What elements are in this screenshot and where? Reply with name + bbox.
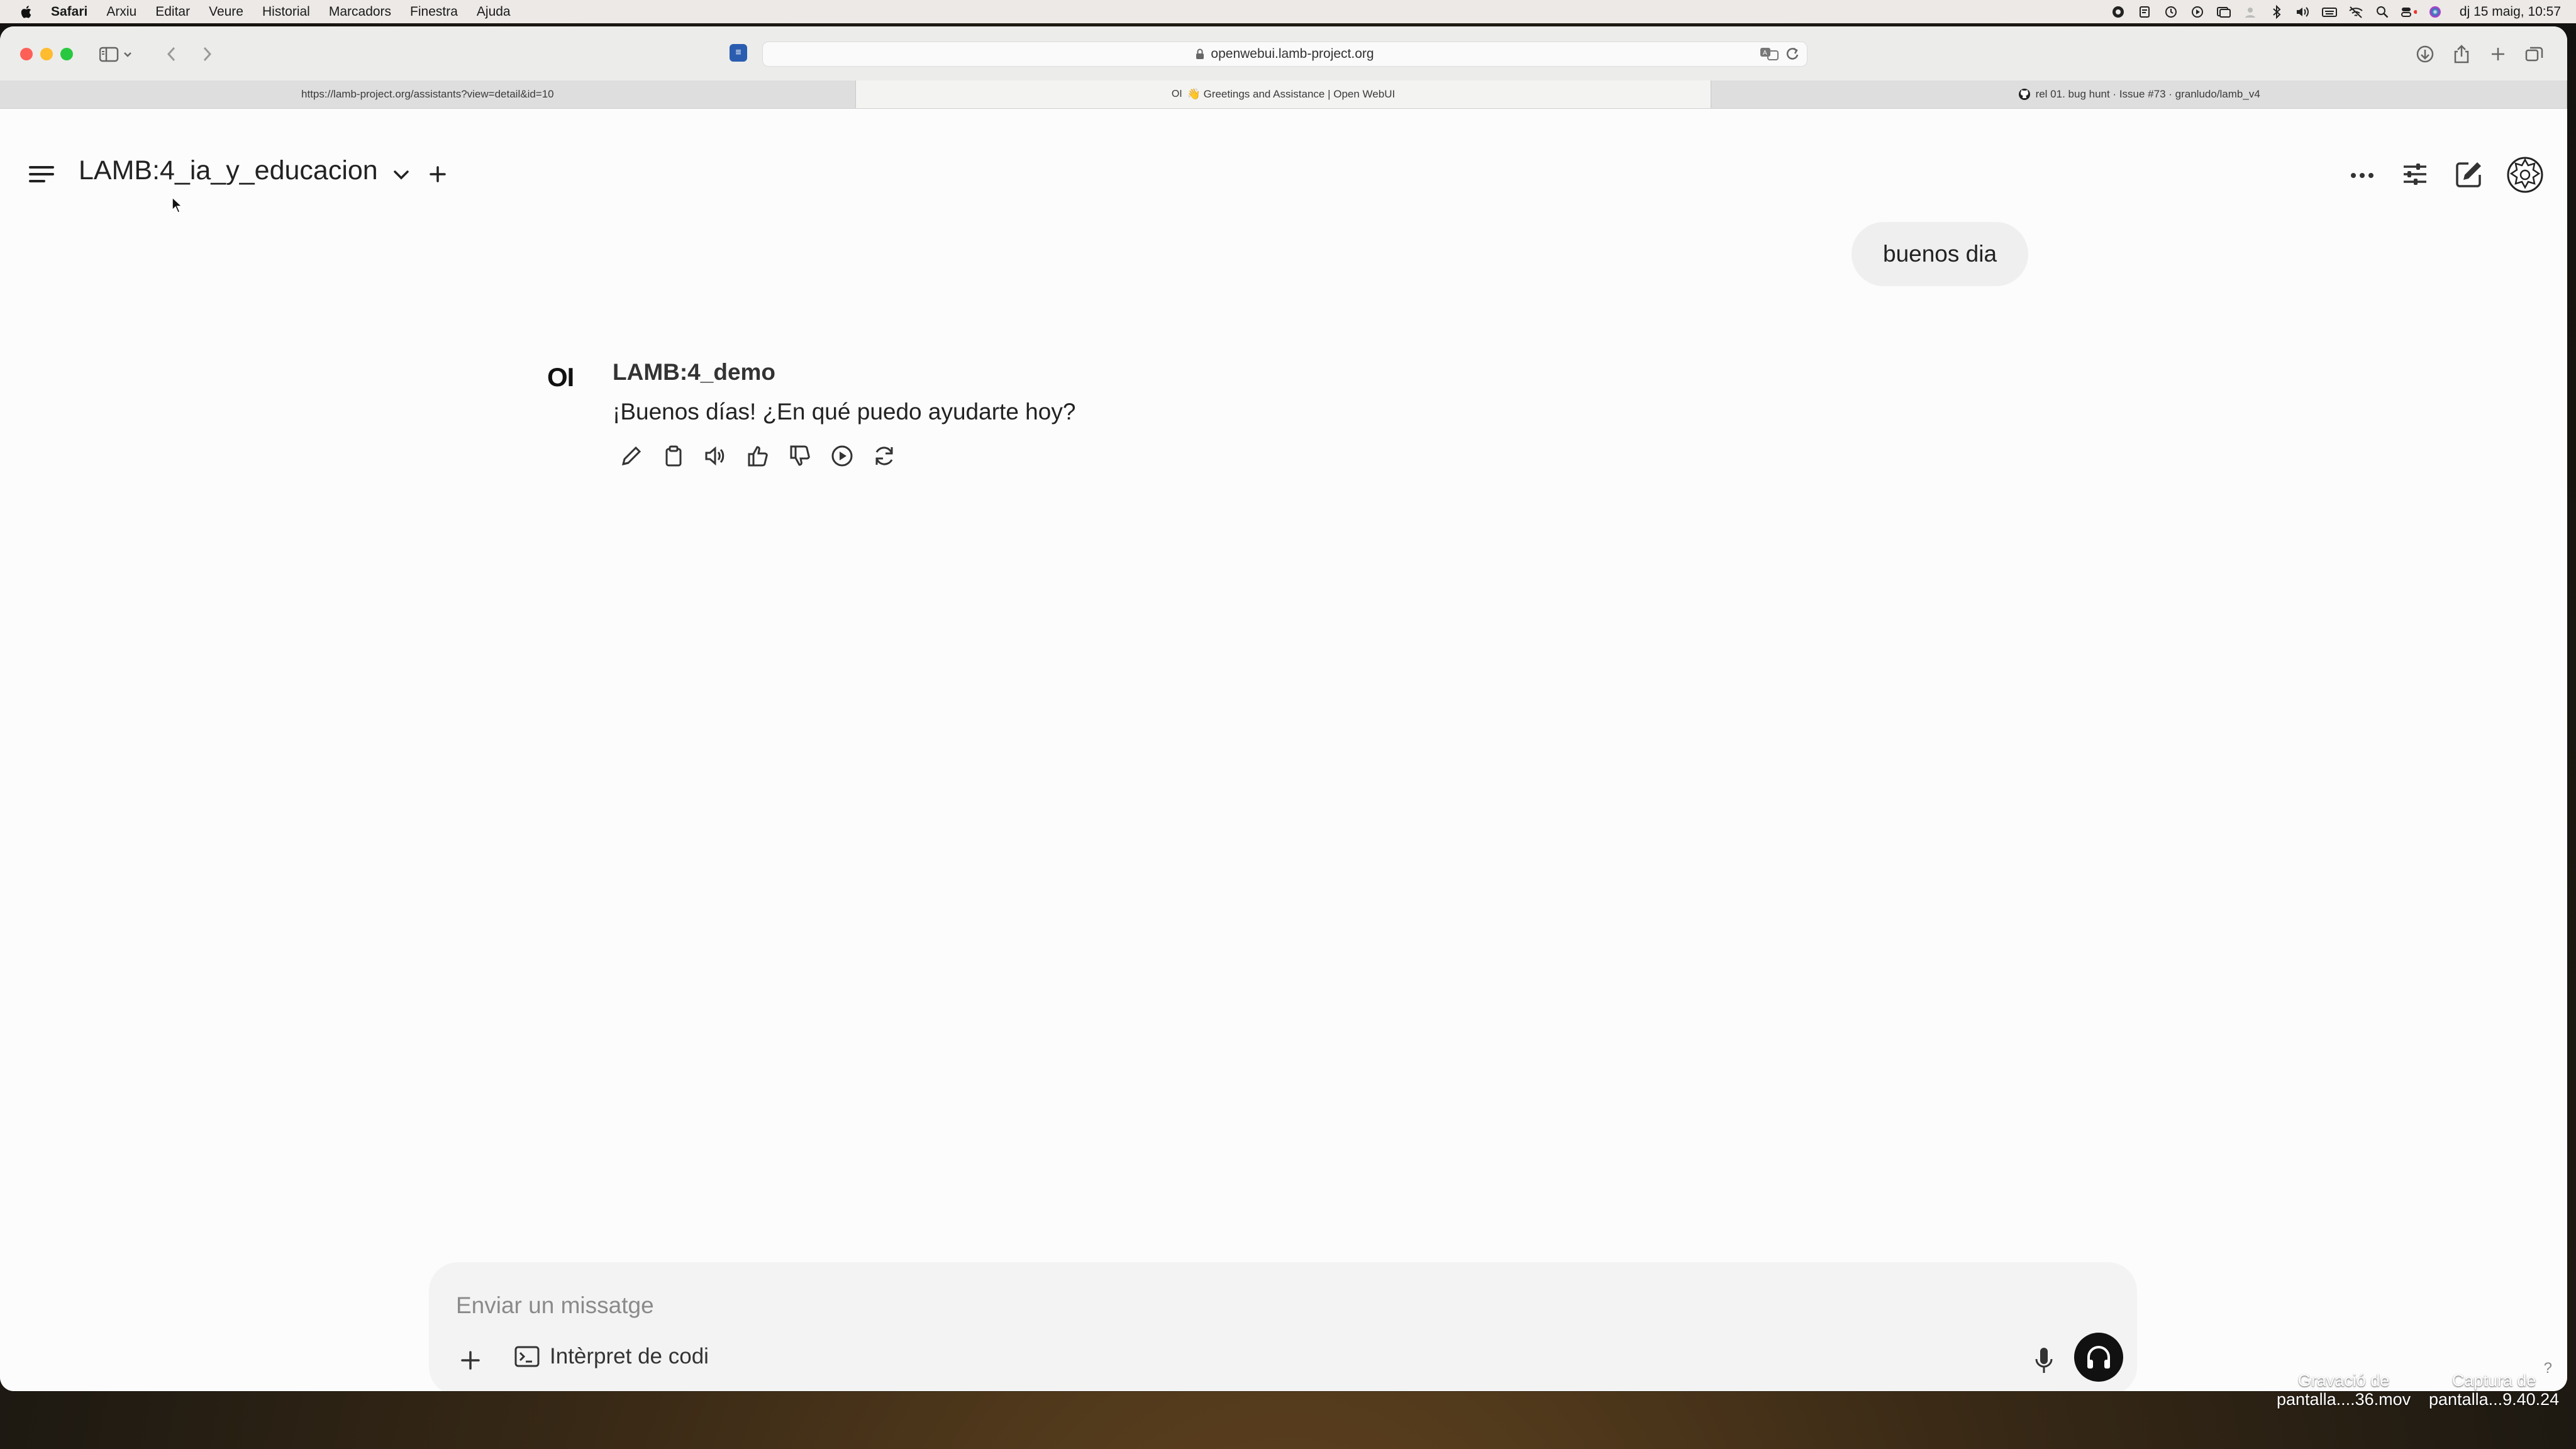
- edit-pencil-icon[interactable]: [618, 442, 645, 470]
- status-area: dj 15 maig, 10:57: [2100, 0, 2561, 23]
- message-actions: [618, 442, 913, 470]
- translate-icon[interactable]: A: [1759, 46, 1779, 61]
- play-icon[interactable]: [2189, 5, 2206, 19]
- open-webui-favicon: OI: [1171, 89, 1182, 99]
- file-name-line2: pantalla....36.mov: [2277, 1390, 2411, 1409]
- desktop-file-screenshot[interactable]: Captura de pantalla...9.40.24: [2429, 1371, 2559, 1409]
- thumbs-down-icon[interactable]: [786, 442, 814, 470]
- attach-plus-icon[interactable]: [457, 1346, 484, 1374]
- code-interpreter-toggle[interactable]: Intèrpret de codi: [514, 1344, 709, 1369]
- copy-clipboard-icon[interactable]: [660, 442, 687, 470]
- macos-menu-bar: Safari Arxiu Editar Veure Historial Marc…: [0, 0, 2576, 23]
- add-model-icon[interactable]: [426, 163, 449, 186]
- assistant-avatar: OI: [547, 362, 574, 392]
- more-options-icon[interactable]: [2347, 162, 2377, 189]
- regenerate-refresh-icon[interactable]: [870, 442, 898, 470]
- minimize-window-button[interactable]: [40, 48, 53, 60]
- reload-icon[interactable]: [1785, 47, 1799, 60]
- share-icon[interactable]: [2450, 44, 2473, 64]
- tab-overview-icon[interactable]: [2523, 44, 2546, 64]
- lock-icon: [1196, 48, 1204, 60]
- back-arrow-icon[interactable]: [162, 44, 181, 64]
- github-icon: [2018, 88, 2031, 101]
- extension-icon[interactable]: ≡: [730, 44, 747, 62]
- desktop-file-screen-recording[interactable]: Gravació de pantalla....36.mov: [2277, 1371, 2411, 1409]
- continue-play-icon[interactable]: [828, 442, 856, 470]
- control-center-icon[interactable]: [2401, 5, 2417, 19]
- model-selector[interactable]: LAMB:4_ia_y_educacion: [79, 155, 378, 186]
- tab-title: rel 01. bug hunt · Issue #73 · granludo/…: [2035, 88, 2260, 100]
- time-machine-icon[interactable]: [2163, 5, 2179, 19]
- menu-historial[interactable]: Historial: [262, 4, 310, 19]
- thumbs-up-icon[interactable]: [744, 442, 772, 470]
- terminal-icon: [514, 1345, 540, 1368]
- user-message-bubble: buenos dia: [1852, 222, 2029, 286]
- controls-sliders-icon[interactable]: [2400, 159, 2430, 189]
- tab-title: 👋 Greetings and Assistance | Open WebUI: [1187, 88, 1396, 100]
- tab-open-webui[interactable]: OI 👋 Greetings and Assistance | Open Web…: [855, 80, 1712, 108]
- apple-icon[interactable]: [20, 5, 33, 18]
- siri-icon[interactable]: [2427, 5, 2443, 19]
- message-composer: Enviar un missatge Intèrpret de codi: [429, 1262, 2137, 1391]
- read-aloud-speaker-icon[interactable]: [702, 442, 730, 470]
- spotlight-search-icon[interactable]: [2374, 5, 2390, 19]
- volume-icon[interactable]: [2295, 5, 2311, 19]
- headphones-icon: [2087, 1346, 2110, 1368]
- tab-bar: https://lamb-project.org/assistants?view…: [0, 80, 2567, 109]
- close-window-button[interactable]: [20, 48, 33, 60]
- new-chat-icon[interactable]: [2453, 158, 2485, 191]
- svg-text:A: A: [1763, 50, 1767, 57]
- file-name-line1: Gravació de: [2297, 1371, 2390, 1390]
- address-bar[interactable]: openwebui.lamb-project.org A: [762, 42, 1807, 67]
- voice-mode-headphones-button[interactable]: [2074, 1333, 2123, 1382]
- file-name-line1: Captura de: [2451, 1371, 2536, 1390]
- bluetooth-icon[interactable]: [2268, 4, 2285, 19]
- zoom-window-button[interactable]: [60, 48, 73, 60]
- mouse-cursor-icon: [171, 196, 182, 214]
- forward-arrow-icon[interactable]: [197, 44, 216, 64]
- wifi-off-icon[interactable]: [2348, 5, 2364, 19]
- downloads-icon[interactable]: [2414, 44, 2436, 64]
- chevron-down-icon[interactable]: [390, 164, 413, 187]
- tab-lamb-assistants[interactable]: https://lamb-project.org/assistants?view…: [0, 80, 856, 108]
- safari-window: ≡ openwebui.lamb-project.org A https://l…: [0, 26, 2567, 1391]
- sidebar-toggle-icon[interactable]: [98, 44, 136, 64]
- address-bar-actions: A: [1759, 46, 1799, 61]
- sidebar-menu-icon[interactable]: [28, 160, 55, 188]
- menu-veure[interactable]: Veure: [209, 4, 243, 19]
- message-input[interactable]: Enviar un missatge: [456, 1292, 654, 1319]
- record-icon[interactable]: [2110, 5, 2126, 19]
- file-name-line2: pantalla...9.40.24: [2429, 1390, 2560, 1409]
- menu-ajuda[interactable]: Ajuda: [477, 4, 511, 19]
- assistant-name: LAMB:4_demo: [613, 359, 776, 385]
- new-tab-icon[interactable]: [2487, 44, 2509, 64]
- assistant-message: ¡Buenos días! ¿En qué puedo ayudarte hoy…: [613, 399, 1076, 425]
- tab-title: https://lamb-project.org/assistants?view…: [301, 88, 554, 100]
- menu-editar[interactable]: Editar: [155, 4, 190, 19]
- window-icon[interactable]: [2216, 5, 2232, 19]
- menu-app-name[interactable]: Safari: [51, 4, 87, 19]
- keyboard-icon[interactable]: [2321, 5, 2338, 19]
- address-text: openwebui.lamb-project.org: [1211, 47, 1374, 61]
- microphone-icon[interactable]: [2030, 1344, 2058, 1377]
- menu-finestra[interactable]: Finestra: [410, 4, 458, 19]
- code-interpreter-label: Intèrpret de codi: [550, 1344, 709, 1368]
- window-controls: [20, 48, 80, 60]
- user-avatar[interactable]: [2506, 155, 2545, 194]
- user-status-icon[interactable]: [2242, 5, 2258, 19]
- menu-arxiu[interactable]: Arxiu: [106, 4, 136, 19]
- menu-marcadors[interactable]: Marcadors: [329, 4, 391, 19]
- tab-github-issue[interactable]: rel 01. bug hunt · Issue #73 · granludo/…: [1711, 80, 2567, 108]
- app-status-icon[interactable]: [2136, 5, 2153, 19]
- open-webui-page: LAMB:4_ia_y_educacion buenos dia OI LAMB…: [0, 109, 2567, 1391]
- browser-toolbar: ≡ openwebui.lamb-project.org A: [0, 26, 2567, 81]
- menu-clock[interactable]: dj 15 maig, 10:57: [2460, 4, 2561, 19]
